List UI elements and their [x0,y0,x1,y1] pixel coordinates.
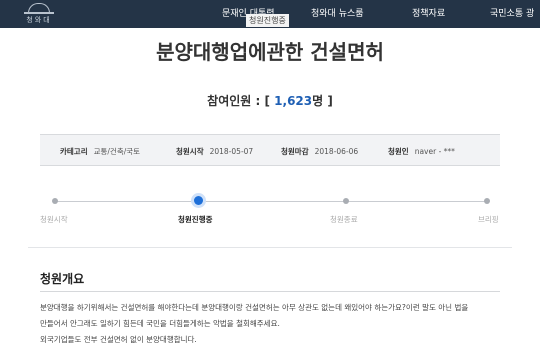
summary-line: 외국기업들도 전부 건설면허 없이 분양대행합니다. [40,335,197,344]
emblem-base [24,12,54,14]
summary-line: 분양대행을 하기위해서는 건설면허를 해야한다는데 분양대행이랑 건설면허는 아… [40,303,469,312]
end-label: 청원마감 [281,147,309,156]
petition-title: 분양대행업에관한 건설면허 [156,40,384,64]
step-dot-in-progress [194,196,203,205]
category-label: 카테고리 [60,147,88,156]
nav-item-policy[interactable]: 정책자료 [412,6,445,19]
summary-heading: 청원개요 [40,272,85,286]
start-label: 청원시작 [176,147,204,156]
step-label-in-progress: 청원진행중 [178,215,213,224]
cheongwadae-logo[interactable]: 청와대 [10,2,66,26]
author-label: 청원인 [388,147,409,156]
participants-label: 참여인원 : [ [207,94,270,108]
participants-value: 1,623 [274,94,313,108]
start-value: 2018-05-07 [209,147,254,156]
step-label-closed: 청원종료 [330,215,358,224]
summary-line: 만들어서 안그래도 일하기 힘든데 국민을 더힘들게하는 악법을 철회해주세요. [40,319,280,328]
petition-info-box: 카테고리 교통/건축/국토 청원시작 2018-05-07 청원마감 2018-06-… [40,134,500,166]
nav-item-communication[interactable]: 국민소통 광 [490,6,534,19]
end-value: 2018-06-06 [314,147,359,156]
progress-track [55,201,485,202]
nav-item-newsroom[interactable]: 청와대 뉴스룸 [311,6,364,19]
participants-suffix: 명 ] [312,94,333,108]
category-value: 교통/건축/국토 [93,147,141,156]
nav-sub-label[interactable]: 청원진행중 [246,14,289,27]
author-value: naver - *** [414,147,455,156]
logo-text: 청와대 [26,16,52,24]
info-end: 청원마감 2018-06-06 [281,146,358,157]
info-category: 카테고리 교통/건축/국토 [60,146,140,157]
step-dot-briefing [484,198,490,204]
step-label-briefing: 브리핑 [478,215,499,224]
info-start: 청원시작 2018-05-07 [176,146,253,157]
participants-count: 참여인원 : [ 1,623명 ] [0,92,540,109]
step-dot-closed [343,198,349,204]
info-author: 청원인 naver - *** [388,146,455,157]
step-label-start: 청원시작 [40,215,68,224]
section-divider [28,247,512,248]
summary-rule [40,291,500,292]
step-dot-start [52,198,58,204]
